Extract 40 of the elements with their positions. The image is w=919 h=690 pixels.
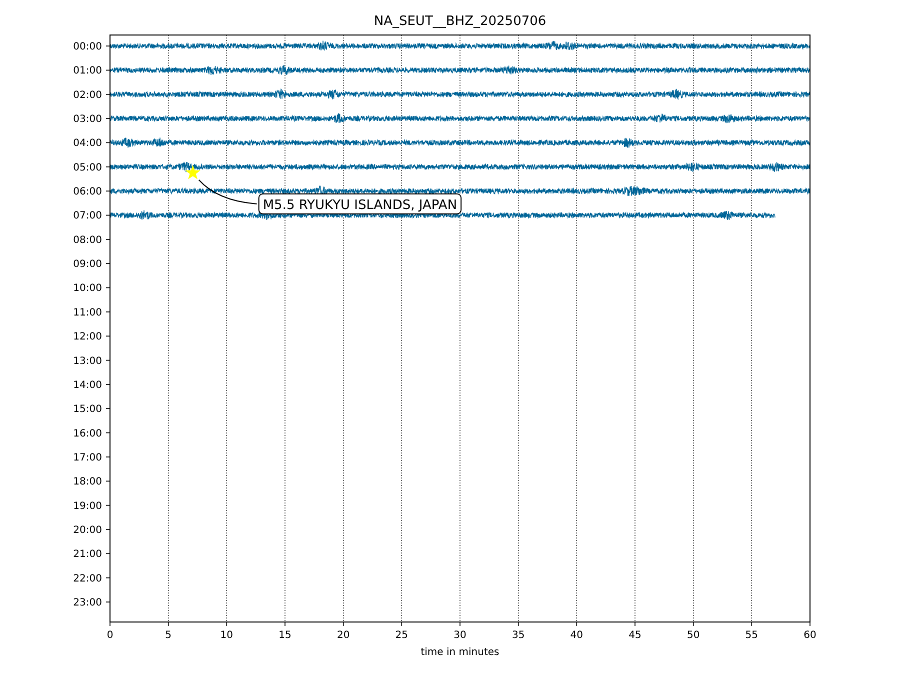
tick-label: 15:00 (73, 404, 102, 416)
tick-label: 10 (220, 630, 234, 641)
tick-label: 55 (745, 630, 758, 641)
tick-label: 08:00 (73, 234, 102, 246)
chart-title: NA_SEUT__BHZ_20250706 (374, 14, 546, 29)
tick-label: 22:00 (73, 573, 102, 584)
tick-label: 20 (336, 630, 350, 641)
tick-label: 19:00 (73, 500, 102, 512)
tick-label: 06:00 (73, 186, 102, 198)
tick-label: 45 (628, 630, 642, 641)
tick-label: 16:00 (73, 428, 102, 440)
tick-label: 10:00 (73, 283, 102, 294)
tick-label: 13:00 (73, 356, 102, 367)
tick-label: 15 (278, 630, 292, 641)
tick-label: 07:00 (73, 210, 102, 222)
tick-label: 00:00 (73, 42, 102, 52)
tick-label: 09:00 (73, 259, 102, 270)
tick-label: 18:00 (73, 476, 102, 488)
tick-label: 5 (165, 630, 172, 641)
tick-label: 12:00 (73, 332, 102, 343)
tick-label: 0 (106, 630, 114, 641)
tick-label: 04:00 (73, 138, 102, 150)
tick-label: 02:00 (73, 90, 102, 101)
tick-label: 25 (395, 630, 408, 641)
tick-label: 60 (804, 630, 816, 641)
tick-label: 01:00 (73, 66, 102, 77)
tick-label: 05:00 (73, 162, 102, 174)
tick-label: 35 (512, 630, 525, 641)
annotation-label: M5.5 RYUKYU ISLANDS, JAPAN (258, 193, 462, 214)
tick-label: 23:00 (73, 598, 102, 608)
tick-label: 21:00 (73, 549, 102, 560)
tick-label: 20:00 (73, 524, 102, 536)
tick-label: 30 (454, 630, 466, 641)
axis-title: time in minutes (420, 647, 500, 658)
tick-label: 50 (686, 630, 700, 641)
tick-label: 14:00 (73, 380, 102, 391)
tick-label: 40 (570, 630, 584, 641)
tick-label: 11:00 (73, 307, 102, 318)
tick-label: 17:00 (73, 452, 102, 464)
tick-label: 03:00 (73, 114, 102, 126)
